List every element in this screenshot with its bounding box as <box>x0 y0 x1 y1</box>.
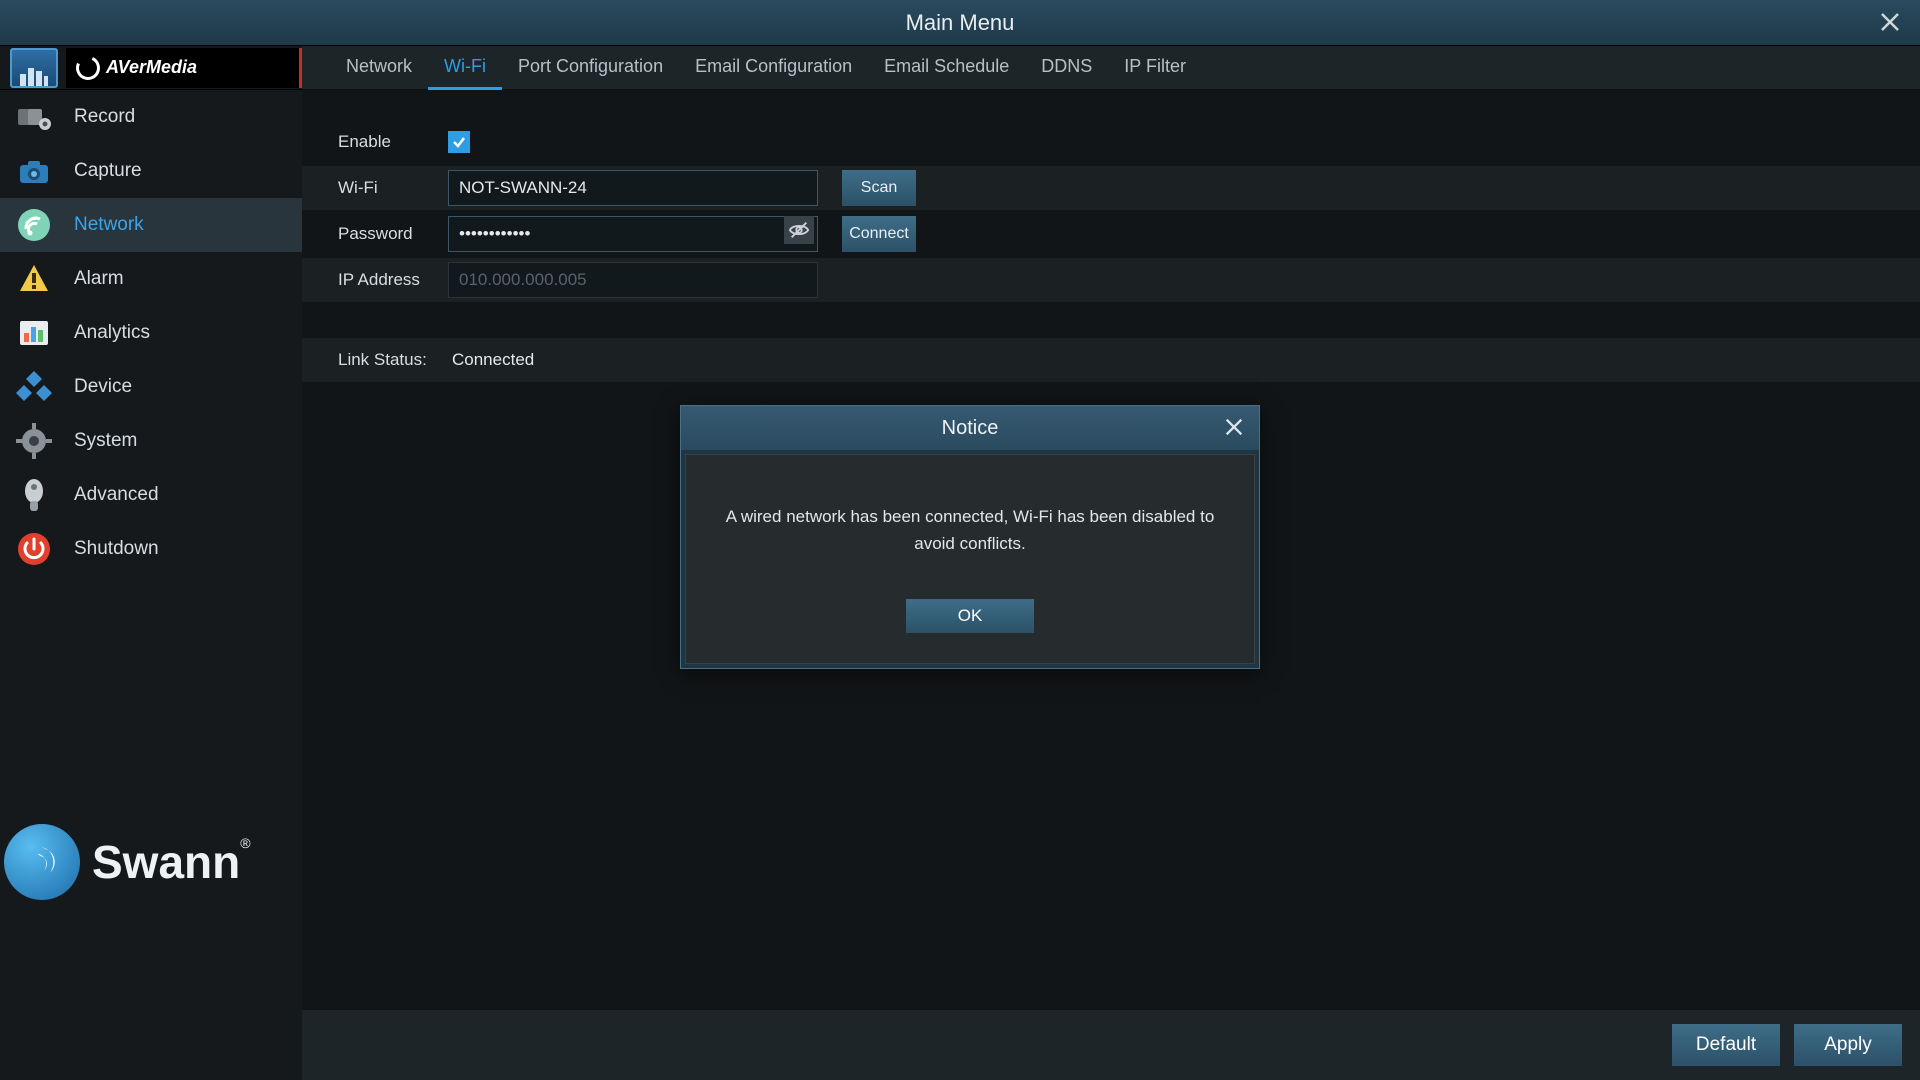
tab-label: IP Filter <box>1124 56 1186 77</box>
row-link-status: Link Status: Connected <box>302 338 1920 382</box>
link-status-label: Link Status: <box>302 350 452 370</box>
wifi-ssid-input[interactable] <box>448 170 818 206</box>
default-button[interactable]: Default <box>1672 1024 1780 1066</box>
close-icon <box>1878 10 1902 34</box>
password-input[interactable] <box>448 216 818 252</box>
sidebar-item-capture[interactable]: Capture <box>0 144 302 198</box>
wifi-label: Wi-Fi <box>302 178 448 198</box>
app-window: Main Menu AVerMedia <box>0 0 1920 1080</box>
shutdown-icon <box>12 527 56 571</box>
tab-label: Email Configuration <box>695 56 852 77</box>
password-label: Password <box>302 224 448 244</box>
scan-button[interactable]: Scan <box>842 170 916 206</box>
tab-label: Wi-Fi <box>444 56 486 77</box>
top-brand-text: AVerMedia <box>106 57 197 78</box>
sidebar: AVerMedia Record Capture <box>0 46 302 1080</box>
sidebar-item-network[interactable]: Network <box>0 198 302 252</box>
tab-label: Network <box>346 56 412 77</box>
brand-tile-icon <box>10 48 58 88</box>
sidebar-item-label: Record <box>74 106 135 128</box>
network-icon <box>12 203 56 247</box>
brand-strip: AVerMedia <box>0 46 302 90</box>
tab-label: Port Configuration <box>518 56 663 77</box>
footer-brand: Swann® <box>4 824 251 900</box>
sidebar-item-system[interactable]: System <box>0 414 302 468</box>
sidebar-item-label: System <box>74 430 137 452</box>
sidebar-item-device[interactable]: Device <box>0 360 302 414</box>
brand-swirl-icon <box>73 52 104 83</box>
connect-button[interactable]: Connect <box>842 216 916 252</box>
row-enable: Enable <box>302 120 1920 164</box>
toggle-password-visibility-button[interactable] <box>784 216 814 244</box>
enable-checkbox[interactable] <box>448 131 470 153</box>
sidebar-item-shutdown[interactable]: Shutdown <box>0 522 302 576</box>
notice-dialog: Notice A wired network has been connecte… <box>680 405 1260 669</box>
dialog-title: Notice <box>942 417 999 440</box>
analytics-icon <box>12 311 56 355</box>
sidebar-item-label: Shutdown <box>74 538 159 560</box>
tab-network[interactable]: Network <box>330 46 428 90</box>
tab-ip-filter[interactable]: IP Filter <box>1108 46 1202 90</box>
dialog-header: Notice <box>681 406 1259 450</box>
check-icon <box>451 134 467 150</box>
top-brand-logo: AVerMedia <box>66 48 302 88</box>
tab-port-configuration[interactable]: Port Configuration <box>502 46 679 90</box>
footer-brand-icon <box>4 824 80 900</box>
dialog-body: A wired network has been connected, Wi-F… <box>685 454 1255 664</box>
close-icon <box>1223 416 1245 438</box>
dialog-ok-button[interactable]: OK <box>906 599 1034 633</box>
sidebar-item-alarm[interactable]: Alarm <box>0 252 302 306</box>
sidebar-item-label: Analytics <box>74 322 150 344</box>
device-icon <box>12 365 56 409</box>
tab-ddns[interactable]: DDNS <box>1025 46 1108 90</box>
tab-label: Email Schedule <box>884 56 1009 77</box>
tab-email-configuration[interactable]: Email Configuration <box>679 46 868 90</box>
ip-address-field <box>448 262 818 298</box>
sidebar-item-label: Device <box>74 376 132 398</box>
footer-brand-text: Swann® <box>92 835 251 889</box>
tab-label: DDNS <box>1041 56 1092 77</box>
row-ip-address: IP Address <box>302 258 1920 302</box>
enable-label: Enable <box>302 132 448 152</box>
footer-bar: Default Apply <box>302 1010 1920 1080</box>
advanced-icon <box>12 473 56 517</box>
sidebar-item-label: Advanced <box>74 484 159 506</box>
dialog-close-button[interactable] <box>1219 412 1249 442</box>
dialog-message: A wired network has been connected, Wi-F… <box>714 503 1226 557</box>
sidebar-item-record[interactable]: Record <box>0 90 302 144</box>
window-close-button[interactable] <box>1874 6 1906 38</box>
system-icon <box>12 419 56 463</box>
link-status-value: Connected <box>452 350 534 370</box>
sidebar-item-label: Capture <box>74 160 142 182</box>
eye-slash-icon <box>788 219 810 241</box>
tab-email-schedule[interactable]: Email Schedule <box>868 46 1025 90</box>
sidebar-item-label: Network <box>74 214 144 236</box>
row-password: Password Connect <box>302 212 1920 256</box>
tab-wifi[interactable]: Wi-Fi <box>428 46 502 90</box>
sidebar-item-advanced[interactable]: Advanced <box>0 468 302 522</box>
tabs: Network Wi-Fi Port Configuration Email C… <box>302 46 1920 90</box>
sidebar-items: Record Capture Network <box>0 90 302 576</box>
ip-label: IP Address <box>302 270 448 290</box>
sidebar-item-analytics[interactable]: Analytics <box>0 306 302 360</box>
record-icon <box>12 95 56 139</box>
titlebar: Main Menu <box>0 0 1920 46</box>
capture-icon <box>12 149 56 193</box>
sidebar-item-label: Alarm <box>74 268 124 290</box>
apply-button[interactable]: Apply <box>1794 1024 1902 1066</box>
window-title: Main Menu <box>906 10 1015 36</box>
alarm-icon <box>12 257 56 301</box>
row-wifi: Wi-Fi Scan <box>302 166 1920 210</box>
